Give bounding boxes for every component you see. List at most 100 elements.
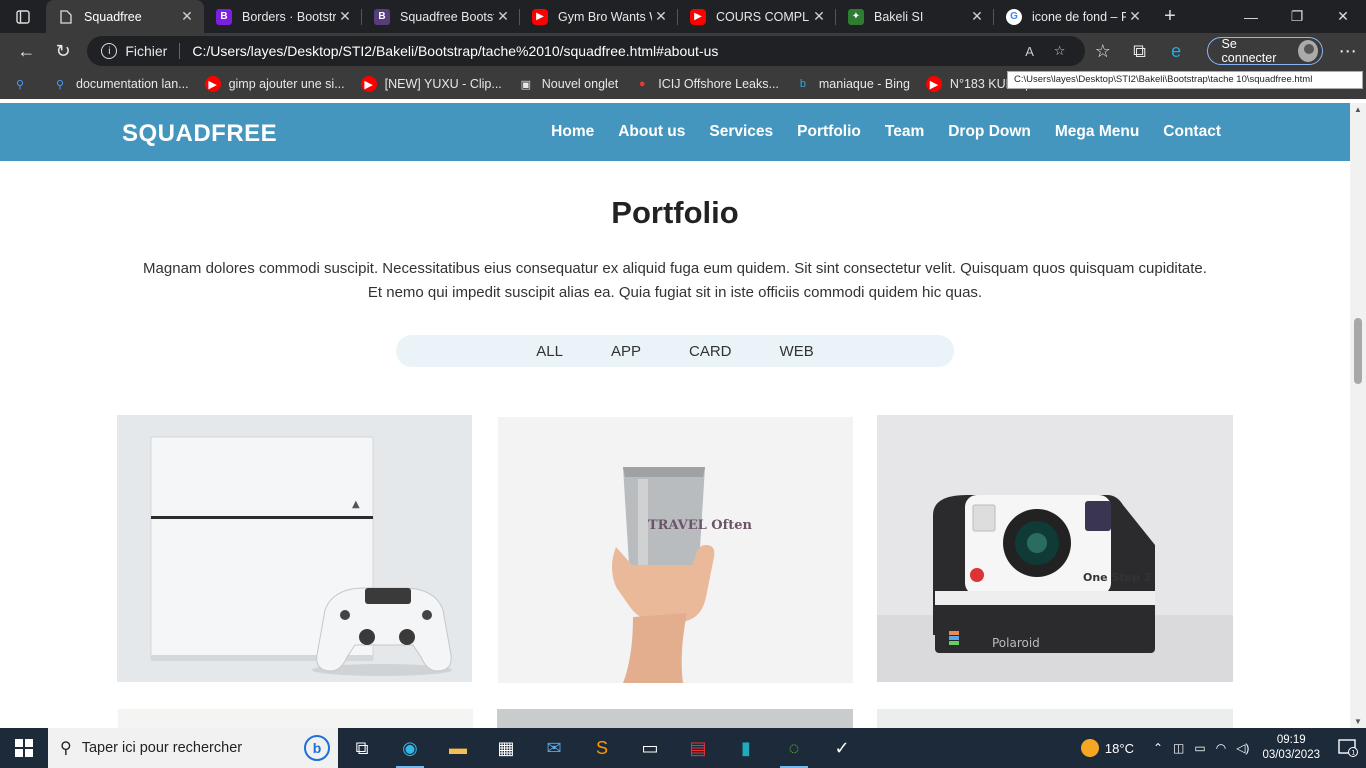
- bookmark-label: ICIJ Offshore Leaks...: [658, 77, 779, 91]
- terminal-icon[interactable]: ▭: [626, 728, 674, 768]
- back-arrow-icon[interactable]: ←: [8, 35, 45, 67]
- loading-app-icon[interactable]: ◌: [770, 728, 818, 768]
- store-icon[interactable]: ▦: [482, 728, 530, 768]
- add-favorite-icon[interactable]: ☆: [1045, 43, 1075, 59]
- bookmark-label: maniaque - Bing: [818, 77, 910, 91]
- clock[interactable]: 09:19 03/03/2023: [1262, 733, 1320, 763]
- youtube-icon: ▶: [360, 76, 377, 92]
- notifications-icon[interactable]: 1: [1330, 728, 1366, 768]
- bookmark-item[interactable]: ▶ gimp ajouter une si...: [204, 76, 345, 92]
- minimize-icon[interactable]: —: [1228, 0, 1274, 33]
- sublime-text-icon[interactable]: S: [578, 728, 626, 768]
- notebook-icon[interactable]: ▮: [722, 728, 770, 768]
- close-tab-icon[interactable]: ✕: [652, 8, 670, 25]
- vs-app-icon[interactable]: ✓: [818, 728, 866, 768]
- filter-card[interactable]: CARD: [689, 343, 732, 360]
- taskbar-search[interactable]: ⚲ Taper ici pour rechercher b: [48, 728, 338, 768]
- tab-title: Bakeli SI: [874, 9, 924, 24]
- filter-app[interactable]: APP: [611, 343, 641, 360]
- tab-actions-icon[interactable]: [0, 0, 46, 33]
- clock-time: 09:19: [1276, 734, 1306, 746]
- windows-start-icon[interactable]: [0, 739, 48, 757]
- scroll-down-icon[interactable]: ▼: [1354, 717, 1362, 726]
- tab-gym-bro[interactable]: ▶ Gym Bro Wants W ✕: [520, 0, 678, 33]
- avatar-icon: [1298, 40, 1319, 62]
- bookmark-item[interactable]: ▶ [NEW] YUXU - Clip...: [360, 76, 502, 92]
- bakeli-icon: ✦: [848, 8, 864, 25]
- collections-icon[interactable]: ⧉: [1121, 35, 1158, 67]
- camera-model-text: One Step 2: [1083, 571, 1151, 584]
- nav-mega-menu[interactable]: Mega Menu: [1055, 123, 1139, 141]
- favorites-icon[interactable]: ☆: [1085, 35, 1122, 67]
- nav-contact[interactable]: Contact: [1163, 123, 1221, 141]
- nav-portfolio[interactable]: Portfolio: [797, 123, 861, 141]
- tab-title: Squadfree Bootst: [400, 9, 494, 24]
- tab-title: Gym Bro Wants W: [558, 9, 652, 24]
- nav-home[interactable]: Home: [551, 123, 594, 141]
- bookmark-label: gimp ajouter une si...: [228, 77, 345, 91]
- tab-icone-de-fond[interactable]: G icone de fond – R ✕: [994, 0, 1152, 33]
- windows-taskbar: ⚲ Taper ici pour rechercher b ⧉ ◉ ▬ ▦ ✉ …: [0, 728, 1366, 768]
- nav-services[interactable]: Services: [709, 123, 773, 141]
- bookmark-item[interactable]: b maniaque - Bing: [795, 76, 910, 92]
- tab-squadfree-bootstrap[interactable]: B Squadfree Bootst ✕: [362, 0, 520, 33]
- close-tab-icon[interactable]: ✕: [810, 8, 828, 25]
- bing-icon[interactable]: b: [304, 735, 330, 761]
- battery-icon[interactable]: ▭: [1194, 741, 1205, 755]
- youtube-icon: ▶: [204, 76, 221, 92]
- read-aloud-icon[interactable]: A: [1015, 44, 1045, 59]
- sign-in-button[interactable]: Se connecter: [1206, 37, 1324, 65]
- close-tab-icon[interactable]: ✕: [336, 8, 354, 25]
- bookmark-item[interactable]: ● ICIJ Offshore Leaks...: [634, 76, 779, 92]
- portfolio-item-partial[interactable]: [877, 709, 1233, 728]
- chevron-up-icon[interactable]: ⌃: [1153, 741, 1163, 755]
- nav-about-us[interactable]: About us: [618, 123, 685, 141]
- edge-taskbar-icon[interactable]: ◉: [386, 728, 434, 768]
- bookmark-item[interactable]: ▣ Nouvel onglet: [518, 76, 619, 92]
- close-tab-icon[interactable]: ✕: [968, 8, 986, 25]
- address-bar[interactable]: i Fichier C:/Users/layes/Desktop/STI2/Ba…: [87, 36, 1085, 66]
- scroll-up-icon[interactable]: ▲: [1354, 105, 1362, 114]
- new-tab-page-icon: ▣: [520, 78, 531, 91]
- volume-icon[interactable]: ◁): [1236, 741, 1249, 755]
- portfolio-item-console[interactable]: ▲: [117, 415, 472, 682]
- nav-drop-down[interactable]: Drop Down: [948, 123, 1031, 141]
- portfolio-item-partial[interactable]: [118, 709, 473, 728]
- page-scrollbar[interactable]: ▲ ▼: [1350, 103, 1366, 728]
- tab-squadfree[interactable]: Squadfree ✕: [46, 0, 204, 33]
- bootstrap-icon: B: [374, 8, 390, 25]
- scrollbar-thumb[interactable]: [1354, 318, 1362, 384]
- refresh-icon[interactable]: ↻: [45, 35, 82, 67]
- tab-borders-bootstrap[interactable]: B Borders · Bootstra ✕: [204, 0, 362, 33]
- tab-bakeli[interactable]: ✦ Bakeli SI ✕: [836, 0, 994, 33]
- close-tab-icon[interactable]: ✕: [1126, 8, 1144, 25]
- site-logo[interactable]: SQUADFREE: [122, 120, 277, 148]
- new-tab-icon[interactable]: +: [1152, 0, 1188, 33]
- tab-cours-complet[interactable]: ▶ COURS COMPLET ✕: [678, 0, 836, 33]
- portfolio-item-camera[interactable]: One Step 2 Polaroid: [877, 415, 1233, 682]
- filter-all[interactable]: ALL: [536, 343, 563, 360]
- wifi-icon[interactable]: ◠: [1216, 741, 1226, 755]
- edge-icon[interactable]: e: [1158, 35, 1195, 67]
- portfolio-filters: ALL APP CARD WEB: [396, 335, 954, 367]
- info-icon[interactable]: i: [101, 43, 118, 59]
- filter-web[interactable]: WEB: [780, 343, 814, 360]
- task-view-icon[interactable]: ⧉: [338, 728, 386, 768]
- bookmark-search[interactable]: ⚲: [12, 76, 36, 92]
- file-explorer-icon[interactable]: ▬: [434, 728, 482, 768]
- camera-tray-icon[interactable]: ◫: [1173, 741, 1184, 755]
- portfolio-item-cup[interactable]: TRAVEL Often: [498, 417, 853, 683]
- nav-team[interactable]: Team: [885, 123, 924, 141]
- weather-widget[interactable]: 18°C: [1080, 739, 1134, 757]
- more-options-icon[interactable]: ⋯: [1329, 35, 1366, 67]
- close-window-icon[interactable]: ✕: [1320, 0, 1366, 33]
- portfolio-item-partial[interactable]: [497, 709, 853, 728]
- bookmark-item[interactable]: ⚲ documentation lan...: [52, 76, 189, 92]
- bookmark-label: documentation lan...: [76, 77, 189, 91]
- restore-icon[interactable]: ❐: [1274, 0, 1320, 33]
- close-tab-icon[interactable]: ✕: [178, 8, 196, 25]
- close-tab-icon[interactable]: ✕: [494, 8, 512, 25]
- mail-icon[interactable]: ✉: [530, 728, 578, 768]
- url-text[interactable]: C:/Users/layes/Desktop/STI2/Bakeli/Boots…: [192, 43, 1014, 59]
- snipping-tool-icon[interactable]: ▤: [674, 728, 722, 768]
